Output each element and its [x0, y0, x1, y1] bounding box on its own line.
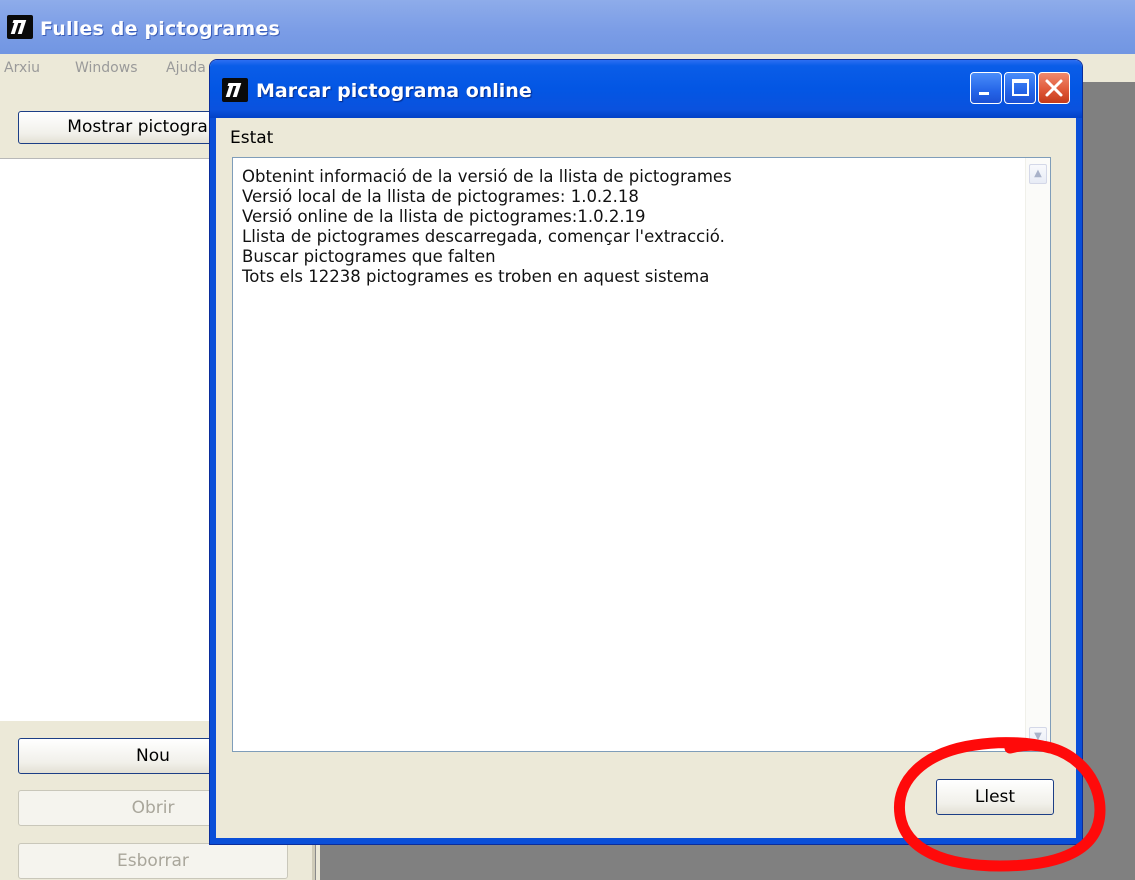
- red-circle-annotation: [893, 737, 1106, 872]
